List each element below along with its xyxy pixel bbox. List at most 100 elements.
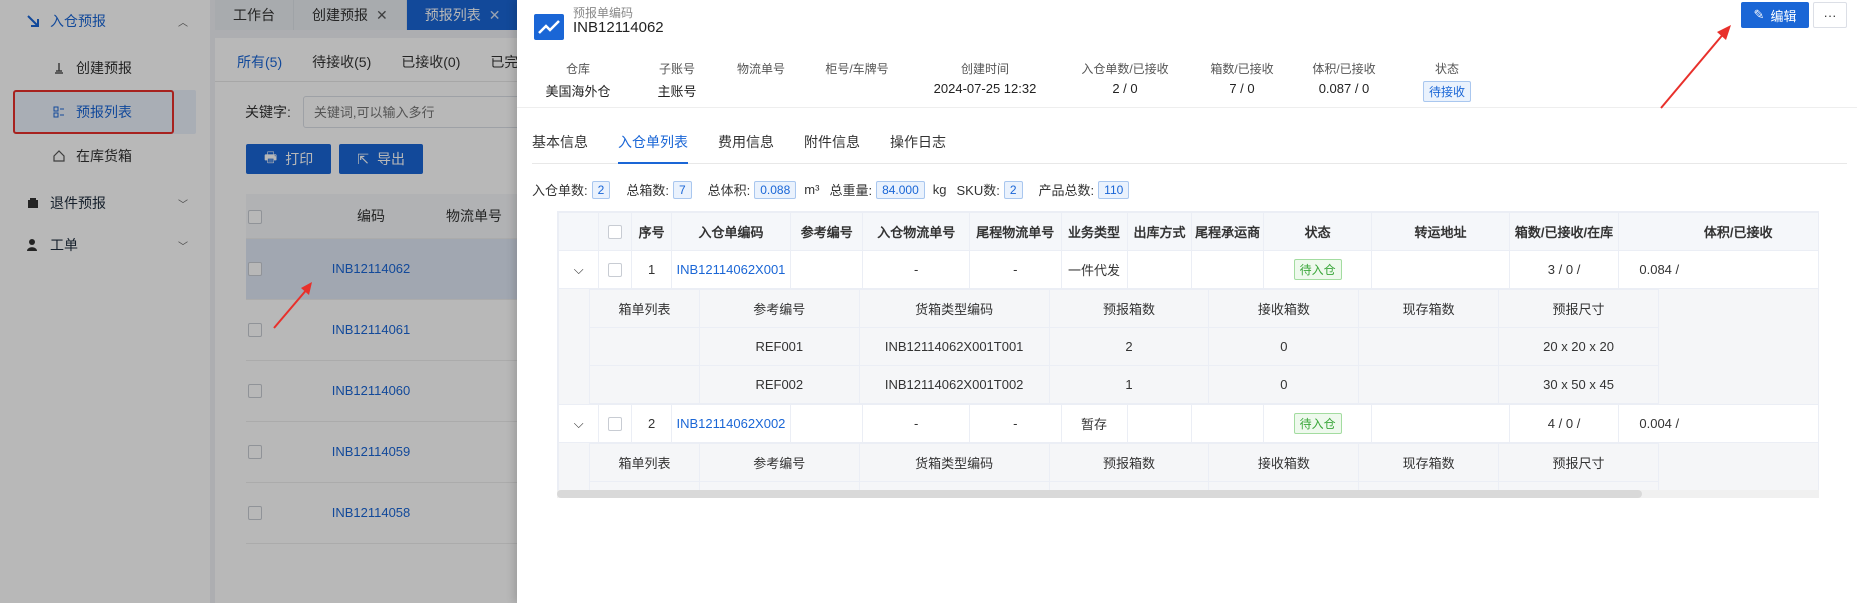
box-size: 20 x 20 x 20: [1498, 327, 1659, 366]
sub-header: 货箱类型编码: [858, 443, 1050, 482]
column-header: 业务类型: [1060, 212, 1128, 251]
stat-label: 总重量:: [829, 183, 873, 198]
cell-ref: [790, 404, 864, 443]
row-checkbox[interactable]: [248, 506, 262, 521]
box-size: 30 x 50 x 45: [1498, 365, 1659, 404]
chevron-down-icon[interactable]: ⌵: [574, 416, 584, 431]
status-badge: 待入仓: [1293, 413, 1342, 434]
sidebar-item-create-forecast[interactable]: 创建预报: [0, 46, 210, 90]
tab-forecast-list[interactable]: 预报列表 ✕: [406, 0, 520, 30]
stats-row: 入仓单数: 2 总箱数: 7 总体积: 0.088 m³ 总重量: 84.000 kg SK…: [532, 180, 1145, 199]
summary-value: 2024-07-25 12:32: [933, 81, 1037, 96]
summary-value: 0.087 / 0: [1318, 81, 1370, 96]
sidebar-item-forecast-list[interactable]: 预报列表: [14, 90, 196, 134]
tab-create-forecast[interactable]: 创建预报 ✕: [294, 0, 407, 30]
row-checkbox[interactable]: [608, 417, 623, 432]
sidebar-item-label: 预报列表: [76, 104, 132, 120]
column-header: 编码: [306, 194, 436, 239]
column-header: 尾程物流单号: [968, 212, 1062, 251]
horizontal-scrollbar[interactable]: [557, 490, 1819, 498]
tab-label: 预报列表: [424, 7, 481, 23]
edit-button[interactable]: ✎ 编辑: [1741, 2, 1809, 28]
summary-key: 柜号/车牌号: [825, 62, 889, 76]
status-tab-all[interactable]: 所有(5): [237, 52, 282, 81]
table-row[interactable]: ⌵ 2 INB12114062X002 - - 暂存 待入仓 4 / 0 / 0…: [558, 404, 1818, 443]
menu-group-label: 退件预报: [50, 195, 106, 211]
forecast-code-link[interactable]: INB12114061: [332, 322, 411, 337]
forecast-code-link[interactable]: INB12114059: [332, 444, 411, 459]
table-row[interactable]: ⌵ 1 INB12114062X001 - - 一件代发 待入仓 3 / 0 /…: [558, 250, 1818, 289]
menu-group-return[interactable]: 退件预报 ﹀: [0, 182, 210, 224]
export-icon: ⇱: [357, 150, 369, 167]
tab-workbench[interactable]: 工作台: [215, 0, 294, 30]
sub-header: 箱单列表: [589, 289, 700, 328]
close-icon[interactable]: ✕: [489, 7, 501, 24]
cell-biz-type: 一件代发: [1060, 250, 1128, 289]
row-checkbox[interactable]: [248, 384, 262, 399]
menu-group-ticket[interactable]: 工单 ﹀: [0, 224, 210, 266]
column-header: 状态: [1262, 212, 1373, 251]
box-received: 0: [1208, 327, 1360, 366]
cell-carrier: [1191, 404, 1264, 443]
column-header: 体积/已接收: [1618, 212, 1818, 251]
summary-key: 子账号: [658, 62, 696, 76]
select-all-checkbox[interactable]: [608, 225, 623, 240]
summary-subaccount: 子账号 主账号: [657, 60, 696, 100]
tab-order-list[interactable]: 入仓单列表: [618, 128, 688, 164]
cell-out-mode: [1126, 404, 1193, 443]
tab-operation-log[interactable]: 操作日志: [890, 128, 946, 164]
forecast-code-link[interactable]: INB12114058: [332, 505, 411, 520]
summary-key: 入仓单数/已接收: [1081, 62, 1169, 76]
row-checkbox[interactable]: [608, 263, 623, 278]
box-ref: REF002: [698, 365, 860, 404]
chevron-down-icon: ﹀: [178, 199, 188, 211]
tab-fee-info[interactable]: 费用信息: [718, 128, 774, 164]
row-checkbox[interactable]: [248, 445, 262, 460]
cell-index: 2: [631, 404, 672, 443]
sidebar-item-in-stock-boxes[interactable]: 在库货箱: [0, 134, 210, 178]
summary-key: 状态: [1434, 62, 1460, 76]
chevron-down-icon[interactable]: ⌵: [574, 262, 584, 277]
sidebar-item-label: 创建预报: [76, 60, 132, 76]
stat-label: 入仓单数:: [532, 183, 588, 198]
sub-header: 箱单列表: [589, 443, 700, 482]
summary-value: 2 / 0: [1112, 81, 1138, 96]
column-header: 转运地址: [1371, 212, 1510, 251]
summary-key: 箱数/已接收: [1210, 62, 1274, 76]
order-code-link[interactable]: INB12114062X002: [677, 416, 786, 431]
box-stock: [1358, 365, 1500, 404]
row-checkbox[interactable]: [248, 323, 262, 338]
more-button[interactable]: ···: [1813, 2, 1847, 28]
forecast-code-link[interactable]: INB12114060: [332, 383, 411, 398]
status-tab-pending[interactable]: 待接收(5): [312, 52, 371, 81]
scrollbar-thumb[interactable]: [557, 490, 1642, 498]
tab-attachments[interactable]: 附件信息: [804, 128, 860, 164]
export-button[interactable]: ⇱ 导出: [339, 144, 423, 174]
box-stock: [1358, 327, 1500, 366]
forecast-code-link[interactable]: INB12114062: [332, 261, 411, 276]
drawer-header: 预报单编码 INB12114062 ✎ 编辑 ··· 仓库 美国海外仓 子账号 主账…: [517, 0, 1857, 108]
column-header: 入仓物流单号: [862, 212, 970, 251]
cell-volume: 0.084 /: [1618, 250, 1818, 289]
status-badge: 待接收: [1422, 81, 1472, 102]
row-checkbox[interactable]: [248, 262, 262, 277]
stat-box-count: 7: [672, 180, 692, 199]
status-tab-done[interactable]: 已完: [490, 52, 518, 81]
box-row: REF002 INB12114062X001T002 1 0 30 x 50 x…: [589, 365, 1659, 404]
order-code-link[interactable]: INB12114062X001: [677, 262, 786, 277]
status-tab-received[interactable]: 已接收(0): [401, 52, 460, 81]
close-icon[interactable]: ✕: [376, 7, 388, 24]
tab-basic-info[interactable]: 基本信息: [532, 128, 588, 164]
inbound-icon: [26, 14, 40, 28]
edit-label: 编辑: [1770, 8, 1797, 24]
sub-header: 现存箱数: [1358, 289, 1500, 328]
print-button[interactable]: 🖶 打印: [246, 144, 332, 174]
select-all-checkbox[interactable]: [248, 209, 262, 224]
cell-volume: 0.004 /: [1618, 404, 1818, 443]
sub-header: 预报尺寸: [1498, 289, 1659, 328]
printer-icon: 🖶: [264, 149, 278, 165]
box-icon: [26, 196, 40, 210]
home-icon: [52, 150, 66, 162]
menu-group-inbound[interactable]: 入仓预报 ︿: [0, 0, 210, 42]
box-forecast: 2: [1048, 327, 1210, 366]
